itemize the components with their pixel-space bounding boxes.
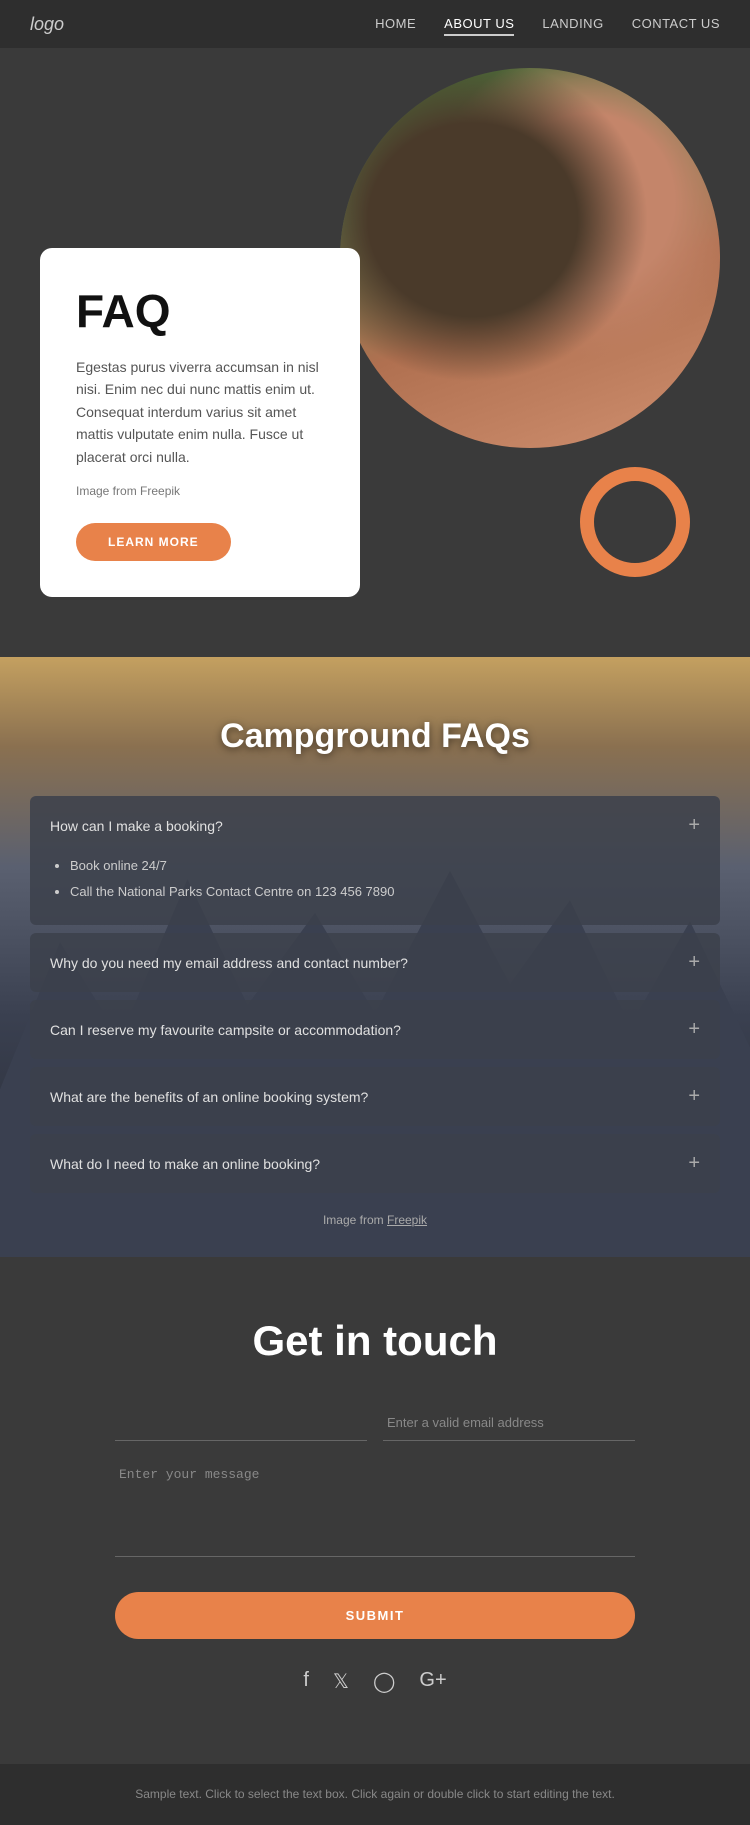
faq-accordion: How can I make a booking? + Book online … [30, 796, 720, 1193]
faq-item-1: How can I make a booking? + Book online … [30, 796, 720, 925]
contact-title: Get in touch [30, 1317, 720, 1365]
faq-plus-icon-3: + [688, 1018, 700, 1041]
faq-header-2[interactable]: Why do you need my email address and con… [30, 933, 720, 992]
campground-section: Campground FAQs How can I make a booking… [0, 657, 750, 1257]
nav-link-home[interactable]: HOME [375, 16, 416, 34]
campground-title: Campground FAQs [30, 717, 720, 756]
faq-item-5: What do I need to make an online booking… [30, 1134, 720, 1193]
faq-body-1: Book online 24/7 Call the National Parks… [30, 855, 720, 925]
googleplus-icon[interactable]: G+ [419, 1669, 446, 1694]
twitter-icon[interactable]: 𝕏 [333, 1669, 349, 1694]
instagram-icon[interactable]: ◯ [373, 1669, 395, 1694]
nav-item-home[interactable]: HOME [375, 15, 416, 33]
faq-card-description: Egestas purus viverra accumsan in nisl n… [76, 356, 324, 468]
nav-link-about[interactable]: ABOUT US [444, 16, 514, 36]
submit-button[interactable]: SUBMIT [115, 1592, 635, 1639]
nav-item-contact[interactable]: CONTACT US [632, 15, 720, 33]
campground-image-credit: Image from Freepik [30, 1213, 720, 1227]
footer: Sample text. Click to select the text bo… [0, 1764, 750, 1824]
navigation: logo HOME ABOUT US LANDING CONTACT US [0, 0, 750, 48]
faq-question-4: What are the benefits of an online booki… [50, 1089, 368, 1105]
faq-plus-icon-4: + [688, 1085, 700, 1108]
faq-question-5: What do I need to make an online booking… [50, 1156, 320, 1172]
nav-item-landing[interactable]: LANDING [542, 15, 603, 33]
nav-link-landing[interactable]: LANDING [542, 16, 603, 34]
faq-question-1: How can I make a booking? [50, 818, 223, 834]
faq-question-2: Why do you need my email address and con… [50, 955, 408, 971]
form-row-top [115, 1405, 635, 1441]
faq-plus-icon-2: + [688, 951, 700, 974]
nav-item-about[interactable]: ABOUT US [444, 15, 514, 33]
faq-header-1[interactable]: How can I make a booking? + [30, 796, 720, 855]
image-credit: Image from Freepik [76, 482, 324, 501]
message-textarea[interactable] [115, 1457, 635, 1557]
social-icons: f 𝕏 ◯ G+ [115, 1669, 635, 1694]
faq-header-3[interactable]: Can I reserve my favourite campsite or a… [30, 1000, 720, 1059]
faq-plus-icon-5: + [688, 1152, 700, 1175]
faq-card: FAQ Egestas purus viverra accumsan in ni… [40, 248, 360, 597]
hero-image [340, 68, 720, 448]
faq-answer-item-1b: Call the National Parks Contact Centre o… [70, 881, 700, 903]
name-input[interactable] [115, 1405, 367, 1441]
contact-form: SUBMIT f 𝕏 ◯ G+ [115, 1405, 635, 1694]
facebook-icon[interactable]: f [303, 1669, 309, 1694]
nav-links: HOME ABOUT US LANDING CONTACT US [375, 15, 720, 33]
faq-header-4[interactable]: What are the benefits of an online booki… [30, 1067, 720, 1126]
email-input[interactable] [383, 1405, 635, 1441]
faq-item-2: Why do you need my email address and con… [30, 933, 720, 992]
footer-text: Sample text. Click to select the text bo… [30, 1784, 720, 1804]
nav-link-contact[interactable]: CONTACT US [632, 16, 720, 34]
faq-item-4: What are the benefits of an online booki… [30, 1067, 720, 1126]
faq-item-3: Can I reserve my favourite campsite or a… [30, 1000, 720, 1059]
faq-header-5[interactable]: What do I need to make an online booking… [30, 1134, 720, 1193]
freepik-link[interactable]: Freepik [387, 1213, 427, 1227]
learn-more-button[interactable]: LEARN MORE [76, 523, 231, 561]
logo[interactable]: logo [30, 14, 64, 35]
campground-content: Campground FAQs How can I make a booking… [0, 657, 750, 1257]
faq-question-3: Can I reserve my favourite campsite or a… [50, 1022, 401, 1038]
faq-plus-icon-1: + [688, 814, 700, 837]
faq-answer-item-1a: Book online 24/7 [70, 855, 700, 877]
contact-section: Get in touch SUBMIT f 𝕏 ◯ G+ [0, 1257, 750, 1764]
people-photo [340, 68, 720, 448]
decorative-orange-ring [580, 467, 690, 577]
faq-card-title: FAQ [76, 284, 324, 338]
hero-section: FAQ Egestas purus viverra accumsan in ni… [0, 48, 750, 657]
